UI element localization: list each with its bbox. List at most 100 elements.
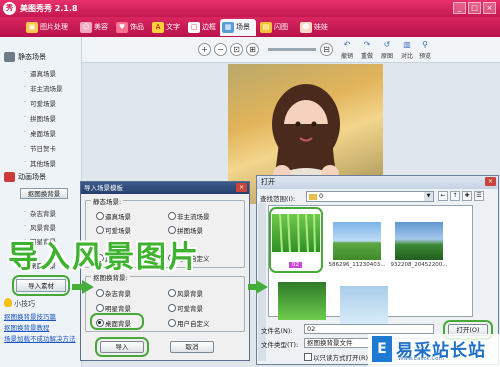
sidebar-item-collage[interactable]: 拼图场景 [24,113,56,123]
file-name[interactable]: 932208_20452200... [390,262,448,268]
actual-size-button[interactable]: ⊞ [246,43,259,56]
import-button-highlight [95,337,149,357]
sidebar-item-desktop[interactable]: 桌面场景 [24,128,56,138]
radio-nonmainstream[interactable]: 非主流场景 [168,211,210,221]
watermark-logo: E [372,336,392,362]
sidebar-item-other[interactable]: 其他场景 [24,158,56,168]
frame-icon: ▢ [188,22,200,33]
file-type-label: 文件类型(T): [261,341,299,349]
import-dialog-title: 导入场景模板 [84,184,123,192]
lightbulb-icon [4,298,12,307]
tab-accessories[interactable]: ♥ 饰品 [114,19,144,36]
tab-beauty[interactable]: ☺ 美容 [78,19,108,36]
title-bar: 秀 美图秀秀 2.1.8 _ □ × [0,0,500,17]
preview-button[interactable]: ⚲ 预览 [416,40,434,60]
undo-icon: ↶ [343,40,351,49]
up-folder-icon[interactable]: ↑ [450,191,460,201]
radio-star-bg[interactable]: 明星背景 [96,303,131,313]
file-name[interactable]: 586296_11230403... [328,262,386,268]
sidebar-item-landscape-bg[interactable]: 风景背景 [24,222,56,232]
original-button[interactable]: ↺ 原图 [378,40,396,60]
zoom-in-button[interactable]: + [198,43,211,56]
back-icon[interactable]: ← [438,191,448,201]
radio-landscape-bg[interactable]: 风景背景 [168,288,203,298]
thumbnail-image[interactable] [333,222,381,260]
maximize-button[interactable]: □ [468,2,481,14]
open-dialog-title: 打开 [261,178,275,186]
tip-title: 小技巧 [14,300,35,308]
look-in-combo[interactable]: 0 ▼ [306,191,434,202]
tab-doll[interactable]: ☻ 娃娃 [298,19,328,36]
cancel-button[interactable]: 取消 [170,341,214,353]
desktop-bg-highlight [90,313,144,330]
heart-icon: ♥ [116,22,128,33]
zoom-out-button[interactable]: − [214,43,227,56]
rotate-button[interactable]: ⊟ [320,43,333,56]
open-dialog-titlebar: 打开 × [257,176,498,189]
window-title: 美图秀秀 2.1.8 [20,4,78,13]
read-only-checkbox[interactable]: 以只读方式打开(R) [304,352,368,362]
sidebar-section-static[interactable]: 静态场景 [4,51,46,63]
thumbnail-image[interactable] [340,286,388,324]
thumbnail-image[interactable] [395,222,443,260]
radio-cute-bg[interactable]: 可爱背景 [168,303,203,313]
file-name-label: 文件名(N): [261,327,293,335]
sidebar-item-realistic[interactable]: 逼真场景 [24,68,56,78]
minimize-button[interactable]: _ [453,2,466,14]
thumbnail-image[interactable] [272,213,320,253]
thumbnail-image[interactable] [278,282,326,320]
sidebar-section-animated[interactable]: 动画场景 [4,171,46,183]
redo-icon: ↷ [363,40,371,49]
import-material-highlight [12,275,70,296]
close-button[interactable]: × [483,2,496,14]
sidebar-item-cute[interactable]: 可爱场景 [24,98,56,108]
tab-image-processing[interactable]: ▣ 图片处理 [24,19,68,36]
tab-text[interactable]: A 文字 [150,19,180,36]
original-icon: ↺ [383,40,391,49]
static-group-label: 静态场景: [91,196,124,206]
tab-flash[interactable]: ▤ 闪图 [258,19,288,36]
app-logo-icon: 秀 [3,2,16,15]
new-folder-icon[interactable]: ✚ [462,191,472,201]
text-icon: A [152,22,164,33]
sidebar-item-magazine-bg[interactable]: 杂志背景 [24,208,56,218]
sidebar-item-holiday-card[interactable]: 节日贺卡 [24,143,56,153]
animated-scene-icon [4,172,15,182]
face-icon: ☺ [80,22,92,33]
scene-icon: ▦ [222,22,234,33]
fit-button[interactable]: ⊡ [230,43,243,56]
compare-icon: ▥ [403,40,411,49]
overlay-caption: 导入风景图片 [8,240,200,275]
picture-icon: ▣ [26,22,38,33]
folder-icon [309,194,317,200]
preview-icon: ⚲ [422,40,428,49]
tip-link-tutorial[interactable]: 抠图换背景教程 [4,322,50,332]
tab-frame[interactable]: ▢ 边框 [186,19,216,36]
radio-magazine-bg[interactable]: 杂志背景 [96,288,131,298]
bg-replace-button[interactable]: 抠图换背景 [20,188,68,199]
chevron-down-icon[interactable]: ▼ [424,192,433,201]
redo-button[interactable]: ↷ 重做 [358,40,376,60]
radio-custom-bg[interactable]: 用户自定义 [168,318,210,328]
window-controls: _ □ × [453,2,496,14]
undo-button[interactable]: ↶ 撤销 [338,40,356,60]
tip-link-technique[interactable]: 抠图换背景技巧篇 [4,311,56,321]
flash-icon: ▤ [260,22,272,33]
right-arrow-icon [82,280,94,294]
tab-scene[interactable]: ▦ 场景 [220,19,256,36]
view-menu-icon[interactable]: ☰ [474,191,484,201]
radio-realistic[interactable]: 逼真场景 [96,211,131,221]
sidebar-item-nonmainstream[interactable]: 非主流场景 [24,83,62,93]
file-name-selected[interactable]: 02 [289,262,302,268]
open-dialog-close-button[interactable]: × [485,177,496,186]
tip-link-troubleshoot[interactable]: 场景加载不成功解决方法 [4,333,76,343]
import-dialog-close-button[interactable]: × [236,183,247,192]
bamboo-thumbnail [279,213,316,253]
compare-button[interactable]: ▥ 对比 [398,40,416,60]
right-arrow-icon [256,280,268,294]
file-name-field[interactable]: 02 [304,324,434,334]
static-scene-icon [4,52,15,62]
watermark-url: Www.Easck.Com [398,356,444,362]
zoom-slider[interactable] [268,48,316,51]
doll-icon: ☻ [300,22,312,33]
